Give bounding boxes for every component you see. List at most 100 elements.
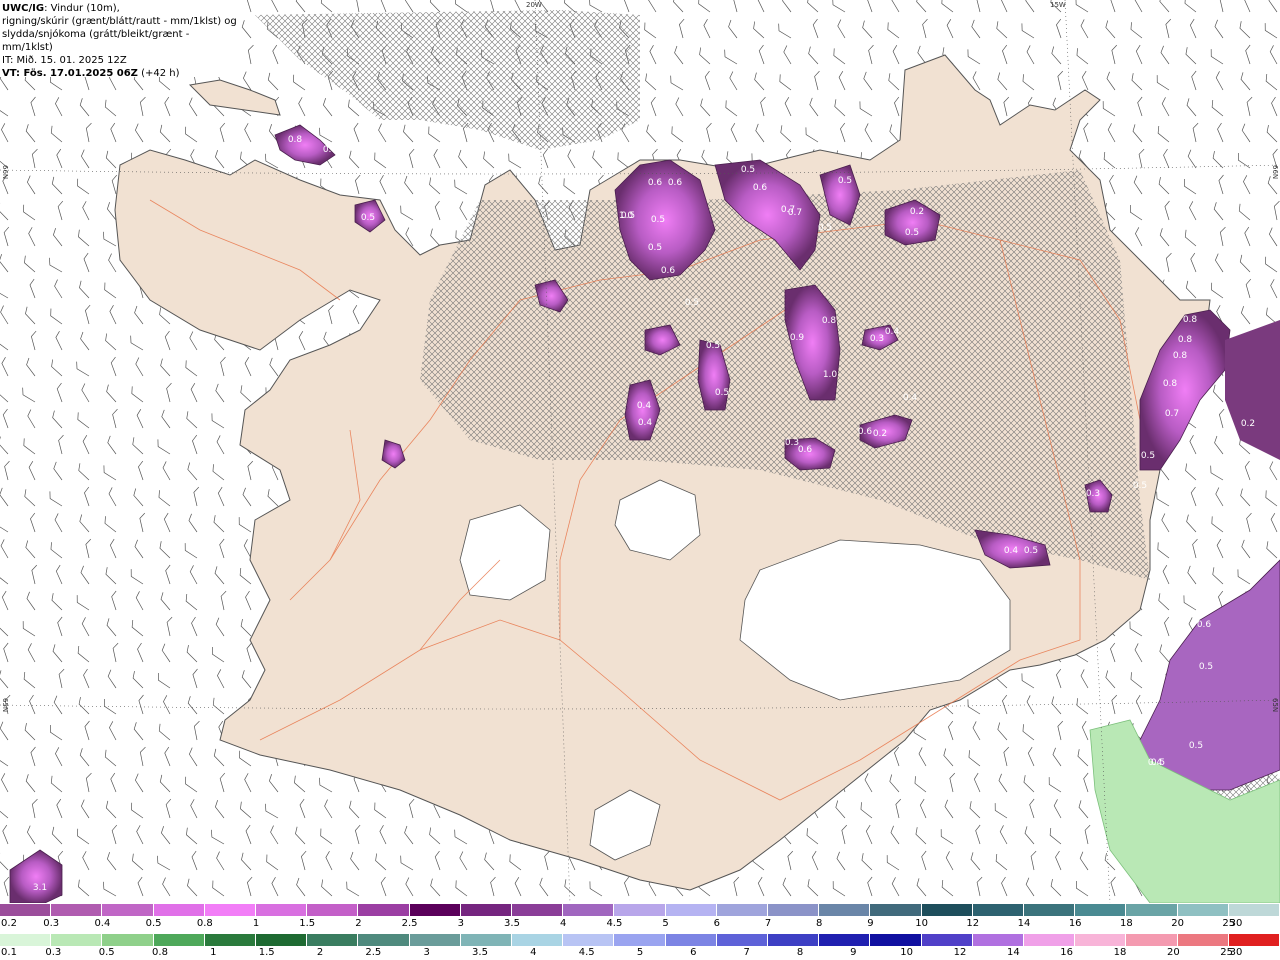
- precip-value-label: 0.5: [838, 176, 852, 186]
- legend-swatch: [921, 904, 973, 916]
- legend-label: 4.5: [578, 947, 595, 958]
- legend-swatch: [1024, 934, 1076, 946]
- lon-label-15w: 15W: [1050, 1, 1066, 9]
- legend-swatch: [204, 904, 257, 916]
- legend-label: 0.8: [196, 918, 213, 929]
- legend-swatch: [409, 904, 461, 916]
- legend-swatch: [870, 904, 922, 916]
- legend-swatch: [819, 934, 871, 946]
- model-name: UWC/IG: [2, 3, 45, 14]
- legend-label: 1.5: [299, 918, 316, 929]
- legend-label: 0.4: [94, 918, 111, 929]
- legend-label: 6: [690, 947, 697, 958]
- precip-value-label: 0.6: [668, 178, 683, 188]
- legend-swatch: [819, 904, 871, 916]
- legend-swatch: [512, 904, 564, 916]
- legend-label: 6: [713, 918, 720, 929]
- title-line3: slydda/snjókoma (grátt/bleikt/grænt - mm…: [2, 29, 190, 53]
- legend-label: 14: [1006, 947, 1020, 958]
- precip-value-label: 0.5: [648, 243, 662, 253]
- legend-label: 0.3: [45, 947, 62, 958]
- legend-swatch: [716, 904, 769, 916]
- legend-swatch: [153, 934, 205, 946]
- legend-swatch: [102, 904, 154, 916]
- legend-label: 18: [1113, 947, 1127, 958]
- precip-value-label: 0.5: [741, 165, 755, 175]
- legend-swatch: [1228, 904, 1280, 916]
- precip-value-label: 0.8: [1183, 315, 1198, 325]
- legend-swatch: [51, 904, 103, 916]
- legend-label: 5: [636, 947, 644, 958]
- legend-swatch: [614, 934, 666, 946]
- precip-value-label: 0.5: [1141, 451, 1155, 461]
- legend-label: 10: [915, 918, 928, 929]
- valid-time: VT: Fös. 17.01.2025 06Z: [2, 68, 138, 79]
- legend-swatch: [409, 934, 461, 946]
- rain-color-scale: [0, 934, 1280, 946]
- legend-swatch: [921, 934, 973, 946]
- precip-value-label: 0.8: [1163, 379, 1178, 389]
- legend-swatch: [256, 934, 308, 946]
- precip-value-label: 0.4: [903, 393, 918, 403]
- precip-value-label: 0.4: [255, 77, 270, 87]
- precip-value-label: 0.5: [905, 228, 919, 238]
- precip-value-label: 0.5: [1199, 662, 1213, 672]
- legend-label: 2: [355, 918, 362, 929]
- precip-value-label: 0.6: [753, 183, 768, 193]
- precip-value-label: 0.8: [1173, 351, 1188, 361]
- legend-swatch: [768, 934, 820, 946]
- lead-time: (+42 h): [137, 68, 180, 79]
- precip-value-label: 0.7: [788, 208, 802, 218]
- legend-swatch: [204, 934, 257, 946]
- precip-value-label: 0.4: [1004, 546, 1019, 556]
- precip-value-label: 0.5: [1024, 546, 1038, 556]
- legend-label: 4: [530, 947, 537, 958]
- lat-label-66n-left: 66N: [1, 165, 9, 180]
- legend-swatch: [972, 904, 1025, 916]
- legend-swatch: [307, 934, 359, 946]
- legend-label: 16: [1060, 947, 1074, 958]
- weather-map: 0.40.70.80.40.50.6 0.60.5 0.50.50.50.60.70…: [0, 0, 1280, 903]
- legend-swatch: [0, 934, 52, 946]
- legend-label: 1: [210, 947, 217, 958]
- legend-label: 8: [816, 918, 823, 929]
- legend-swatch: [460, 934, 513, 946]
- legend-label: 1: [252, 918, 260, 929]
- legend-swatch: [1177, 934, 1229, 946]
- legend-swatch: [153, 904, 205, 916]
- lat-label-65n-right: 65N: [1271, 698, 1279, 713]
- legend-swatch: [1075, 904, 1127, 916]
- legend-label: 0.8: [152, 947, 168, 958]
- legend-label: 12: [953, 947, 967, 958]
- lat-label-65n-left: 65N: [1, 698, 9, 713]
- precip-value-label: 0.6: [858, 427, 873, 437]
- legend-swatch: [1177, 904, 1229, 916]
- map-info-box: UWC/IG: Vindur (10m), rigning/skúrir (gr…: [0, 0, 240, 79]
- legend-label: 3: [423, 947, 430, 958]
- legend-label: 8: [796, 947, 804, 958]
- legend-label: 7: [764, 918, 772, 929]
- legend-label: 2.5: [365, 947, 382, 958]
- precip-value-label: 1.0: [823, 370, 838, 380]
- precip-value-label: 0.4: [637, 401, 652, 411]
- title-line2: rigning/skúrir (grænt/blátt/rautt - mm/1…: [2, 16, 237, 27]
- legend-swatch: [51, 934, 103, 946]
- legend-label: 9: [867, 918, 874, 929]
- legend-swatch: [1075, 934, 1127, 946]
- legend-swatch: [1024, 904, 1076, 916]
- precip-value-label: 0.6: [648, 178, 663, 188]
- precip-value-label: 0.3: [1086, 489, 1100, 499]
- legend-swatch: [102, 934, 154, 946]
- legend-label: 18: [1120, 918, 1133, 929]
- precip-value-label: 0.8: [822, 316, 837, 326]
- precip-value-label: 0.5: [361, 213, 375, 223]
- precip-value-label: 0.7: [271, 89, 285, 99]
- precip-value-label: 0.6: [798, 445, 813, 455]
- legend-label: 3: [457, 918, 464, 929]
- legend-label: 3.5: [472, 947, 488, 958]
- legend-swatch: [1126, 904, 1178, 916]
- legend-swatch: [870, 934, 922, 946]
- legend-label: 0.5: [98, 947, 115, 958]
- precip-value-label: 0.5: [818, 223, 832, 233]
- legend-swatch: [614, 904, 666, 916]
